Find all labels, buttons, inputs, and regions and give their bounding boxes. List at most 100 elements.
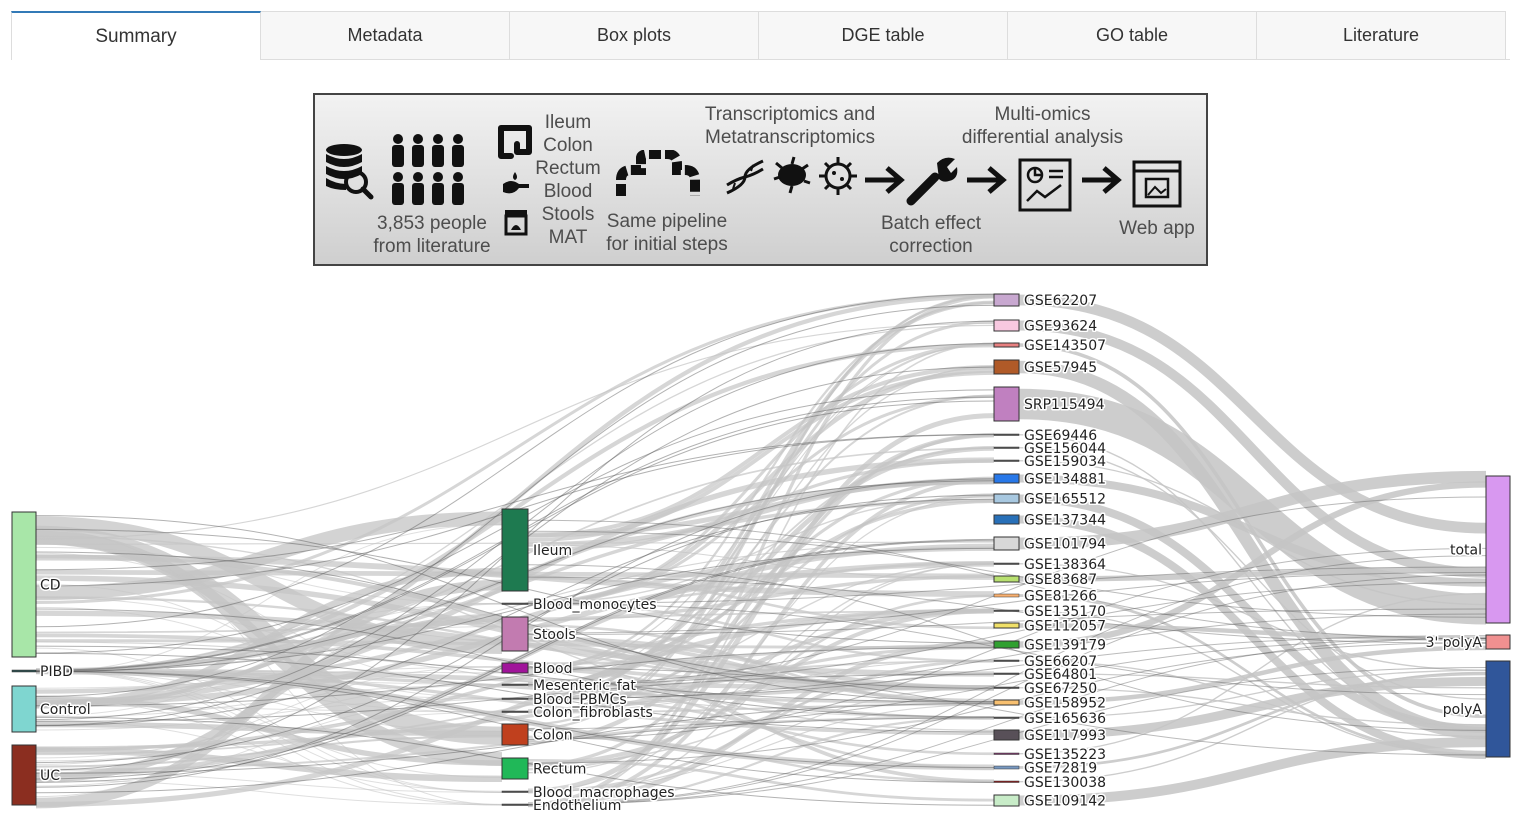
- tab-box-plots[interactable]: Box plots: [509, 11, 759, 60]
- sankey-node-studies[interactable]: [993, 359, 1020, 375]
- arrow-right-icon: [1082, 166, 1122, 194]
- sankey-node-label: 3' polyA: [1426, 635, 1483, 651]
- sankey-node-studies[interactable]: [993, 514, 1020, 525]
- tissue-stools-text: Stools: [541, 204, 595, 225]
- sankey-node-library[interactable]: [1485, 660, 1511, 758]
- sankey-node-studies[interactable]: [993, 716, 1020, 719]
- differential-analysis-text: differential analysis: [961, 127, 1124, 148]
- sankey-node-studies[interactable]: [993, 640, 1020, 649]
- sankey-node-diagnosis[interactable]: [11, 669, 37, 673]
- sankey-node-tissue[interactable]: [501, 710, 529, 713]
- metatranscriptomics-text: Metatranscriptomics: [705, 127, 875, 148]
- people-count-text: 3,853 people: [377, 213, 487, 234]
- sankey-node-tissue[interactable]: [501, 616, 529, 652]
- sankey-node-label: PIBD: [40, 664, 73, 680]
- sankey-node-tissue[interactable]: [501, 662, 529, 674]
- people-group-icon: [392, 134, 464, 205]
- sankey-node-studies[interactable]: [993, 575, 1020, 583]
- report-chart-icon: [1018, 158, 1072, 212]
- tab-literature[interactable]: Literature: [1256, 11, 1506, 60]
- from-literature-text: from literature: [373, 236, 491, 257]
- tab-metadata[interactable]: Metadata: [260, 11, 510, 60]
- sankey-node-label: GSE101794: [1024, 537, 1106, 553]
- sankey-node-label: GSE130038: [1024, 775, 1106, 791]
- sankey-node-tissue[interactable]: [501, 803, 529, 806]
- sankey-node-studies[interactable]: [993, 794, 1020, 807]
- sankey-node-studies[interactable]: [993, 342, 1020, 348]
- sankey-node-studies[interactable]: [993, 293, 1020, 307]
- sankey-node-studies[interactable]: [993, 752, 1020, 755]
- sankey-node-diagnosis[interactable]: [11, 511, 37, 658]
- arrow-right-icon: [865, 166, 905, 194]
- sankey-node-label: Endothelium: [533, 798, 621, 814]
- bacteria-icon: [773, 156, 811, 194]
- sankey-node-label: GSE112057: [1024, 619, 1106, 635]
- sankey-node-tissue[interactable]: [501, 683, 529, 686]
- sankey-node-tissue[interactable]: [501, 508, 529, 592]
- sankey-node-label: GSE93624: [1024, 319, 1097, 335]
- sankey-node-studies[interactable]: [993, 562, 1020, 565]
- sankey-node-studies[interactable]: [993, 659, 1020, 662]
- stool-jar-icon: [504, 210, 528, 236]
- sankey-links: [35, 293, 1487, 809]
- same-pipeline-text: Same pipeline: [606, 211, 728, 232]
- sankey-node-studies[interactable]: [993, 473, 1020, 484]
- sankey-node-studies[interactable]: [993, 493, 1020, 504]
- pipeline-banner: 3,853 people from literature Ileum Colon…: [313, 93, 1208, 266]
- sankey-node-label: GSE81266: [1024, 589, 1097, 605]
- sankey-node-diagnosis[interactable]: [11, 685, 37, 733]
- initial-steps-text: for initial steps: [606, 234, 728, 255]
- sankey-node-label: GSE165636: [1024, 711, 1106, 727]
- sankey-node-studies[interactable]: [993, 622, 1020, 629]
- tab-dge-table[interactable]: DGE table: [758, 11, 1008, 60]
- sankey-node-tissue[interactable]: [501, 602, 529, 605]
- batch-effect-text: Batch effect: [881, 213, 981, 234]
- sankey-node-studies[interactable]: [993, 433, 1020, 436]
- sankey-node-studies[interactable]: [993, 686, 1020, 689]
- virus-icon: [819, 157, 857, 195]
- sankey-node-label: SRP115494: [1024, 397, 1105, 413]
- sankey-node-studies[interactable]: [993, 459, 1020, 462]
- sankey-node-label: Control: [40, 702, 91, 718]
- sankey-node-library[interactable]: [1485, 634, 1511, 650]
- tissue-mat-text: MAT: [548, 227, 588, 248]
- sankey-node-studies[interactable]: [993, 386, 1020, 422]
- sankey-node-tissue[interactable]: [501, 790, 529, 793]
- web-app-text: Web app: [1119, 218, 1195, 239]
- sankey-node-studies[interactable]: [993, 593, 1020, 598]
- sankey-node-label: GSE134881: [1024, 472, 1106, 488]
- sankey-node-tissue[interactable]: [501, 757, 529, 780]
- sankey-node-studies[interactable]: [993, 319, 1020, 332]
- multiomics-text: Multi-omics: [994, 104, 1091, 125]
- sankey-node-label: Blood: [533, 661, 573, 677]
- sankey-node-label: GSE138364: [1024, 557, 1106, 573]
- database-search-icon: [326, 144, 374, 200]
- sankey-node-studies[interactable]: [993, 765, 1020, 770]
- sankey-node-label: Stools: [533, 627, 576, 643]
- sankey-node-studies[interactable]: [993, 780, 1020, 783]
- tissue-colon-text: Colon: [543, 135, 593, 156]
- sankey-node-label: GSE62207: [1024, 293, 1097, 309]
- sankey-node-library[interactable]: [1485, 475, 1511, 624]
- tab-divider: [261, 59, 1510, 60]
- sankey-node-label: GSE137344: [1024, 513, 1106, 529]
- tab-summary[interactable]: Summary: [11, 11, 261, 60]
- sankey-diagram: CD PIBD Control UC Ileum Blood_monocytes Stool…: [11, 292, 1511, 815]
- sankey-node-tissue[interactable]: [501, 697, 529, 700]
- sankey-node-label: CD: [40, 578, 61, 594]
- sankey-node-studies[interactable]: [993, 699, 1020, 706]
- sankey-node-studies[interactable]: [993, 446, 1020, 449]
- sankey-node-studies[interactable]: [993, 672, 1020, 675]
- sankey-node-studies[interactable]: [993, 536, 1020, 551]
- sankey-node-diagnosis[interactable]: [11, 744, 37, 806]
- sankey-node-label: total: [1450, 543, 1482, 559]
- tissue-blood-text: Blood: [543, 181, 593, 202]
- sankey-node-tissue[interactable]: [501, 723, 529, 746]
- tab-go-table[interactable]: GO table: [1007, 11, 1257, 60]
- sankey-node-label: GSE159034: [1024, 454, 1106, 470]
- sankey-node-label: GSE57945: [1024, 360, 1097, 376]
- pipeline-icon: [616, 150, 700, 196]
- sankey-node-studies[interactable]: [993, 729, 1020, 741]
- sankey-node-studies[interactable]: [993, 609, 1020, 612]
- sankey-node-label: Colon: [533, 728, 573, 744]
